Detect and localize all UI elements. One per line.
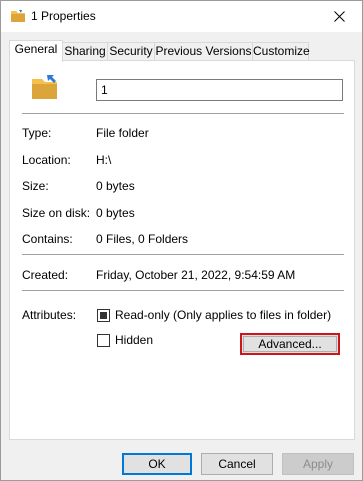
apply-button[interactable]: Apply [282,453,354,475]
tab-general[interactable]: General [9,40,63,62]
hidden-label[interactable]: Hidden [115,333,153,347]
readonly-checkbox[interactable] [97,309,110,322]
general-panel: 1 Type: File folder Location: H:\ Size: … [9,60,355,440]
folder-large-icon [32,75,57,99]
close-icon [333,11,345,22]
ok-button[interactable]: OK [122,453,192,475]
created-label: Created: [22,268,69,282]
location-value: H:\ [96,153,112,167]
tab-customize[interactable]: Customize [252,42,310,61]
properties-window: 1 Properties General Sharing Security Pr… [0,0,363,481]
advanced-button[interactable]: Advanced... [240,333,340,355]
separator [22,113,344,114]
folder-icon [11,10,25,22]
separator [22,254,344,255]
contains-label: Contains: [22,232,73,246]
attributes-label: Attributes: [22,308,77,322]
folder-name-input[interactable]: 1 [96,79,343,101]
location-label: Location: [22,153,71,167]
cancel-button[interactable]: Cancel [201,453,273,475]
close-button[interactable] [316,1,362,32]
created-value: Friday, October 21, 2022, 9:54:59 AM [96,268,296,282]
readonly-label[interactable]: Read-only (Only applies to files in fold… [115,308,331,322]
tab-security[interactable]: Security [107,42,155,61]
tab-sharing[interactable]: Sharing [62,42,108,61]
size-on-disk-label: Size on disk: [22,206,91,220]
size-value: 0 bytes [96,179,135,193]
contains-value: 0 Files, 0 Folders [96,232,189,246]
advanced-button-label: Advanced... [243,336,337,352]
type-value: File folder [96,126,149,140]
window-title: 1 Properties [31,9,96,23]
separator [22,290,344,291]
title-bar: 1 Properties [1,1,362,32]
size-label: Size: [22,179,49,193]
type-label: Type: [22,126,52,140]
hidden-checkbox[interactable] [97,334,110,347]
tab-previous-versions[interactable]: Previous Versions [154,42,253,61]
size-on-disk-value: 0 bytes [96,206,135,220]
